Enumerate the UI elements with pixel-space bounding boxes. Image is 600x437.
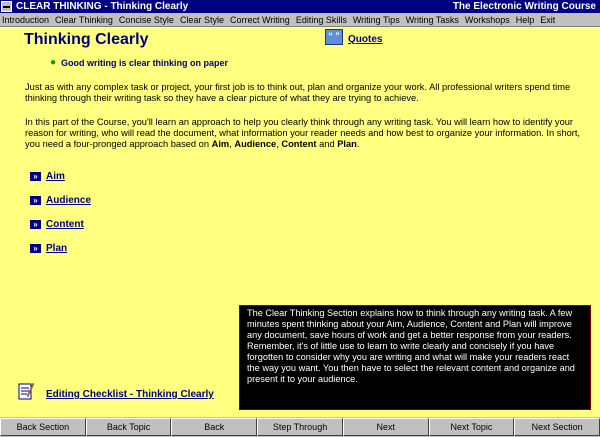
key-point-text: Good writing is clear thinking on paper (61, 57, 229, 68)
double-arrow-icon[interactable]: » (30, 244, 41, 253)
menu-editing-skills[interactable]: Editing Skills (293, 15, 350, 25)
nav-link-aim[interactable]: » Aim (30, 171, 65, 182)
back-button[interactable]: Back (171, 418, 258, 436)
checklist-icon[interactable] (18, 382, 34, 400)
window-title: CLEAR THINKING - Thinking Clearly (16, 1, 189, 12)
menu-bar: Introduction Clear Thinking Concise Styl… (0, 13, 600, 27)
app-name: The Electronic Writing Course (452, 1, 596, 12)
menu-help[interactable]: Help (513, 15, 538, 25)
content-area: Thinking Clearly “ ” Quotes ● Good writi… (0, 27, 600, 417)
nav-link-audience[interactable]: » Audience (30, 195, 91, 206)
menu-clear-style[interactable]: Clear Style (177, 15, 227, 25)
back-section-button[interactable]: Back Section (0, 418, 86, 436)
next-topic-button[interactable]: Next Topic (428, 418, 515, 436)
keyword-content: Content (281, 139, 317, 149)
menu-correct-writing[interactable]: Correct Writing (227, 15, 293, 25)
menu-writing-tips[interactable]: Writing Tips (350, 15, 403, 25)
menu-introduction[interactable]: Introduction (0, 15, 52, 25)
approach-paragraph: In this part of the Course, you'll learn… (25, 117, 581, 149)
key-point: ● Good writing is clear thinking on pape… (50, 57, 228, 68)
menu-concise-style[interactable]: Concise Style (116, 15, 177, 25)
menu-workshops[interactable]: Workshops (462, 15, 513, 25)
info-box: The Clear Thinking Section explains how … (239, 305, 591, 410)
menu-writing-tasks[interactable]: Writing Tasks (403, 15, 462, 25)
nav-link-content[interactable]: » Content (30, 219, 84, 230)
keyword-plan: Plan (337, 139, 357, 149)
bullet-icon: ● (50, 57, 57, 68)
next-button[interactable]: Next (342, 418, 429, 436)
page-title: Thinking Clearly (24, 31, 149, 48)
menu-clear-thinking[interactable]: Clear Thinking (52, 15, 116, 25)
nav-link-plan[interactable]: » Plan (30, 243, 67, 254)
double-arrow-icon[interactable]: » (30, 196, 41, 205)
quotes-link[interactable]: Quotes (348, 34, 382, 45)
keyword-audience: Audience (234, 139, 277, 149)
double-arrow-icon[interactable]: » (30, 172, 41, 181)
title-bar: CLEAR THINKING - Thinking Clearly The El… (0, 0, 600, 13)
step-through-button[interactable]: Step Through (257, 418, 343, 436)
menu-exit[interactable]: Exit (537, 15, 558, 25)
intro-paragraph: Just as with any complex task or project… (25, 82, 571, 103)
back-topic-button[interactable]: Back Topic (85, 418, 172, 436)
double-arrow-icon[interactable]: » (30, 220, 41, 229)
keyword-aim: Aim (211, 139, 230, 149)
navigation-button-bar: Back Section Back Topic Back Step Throug… (0, 417, 600, 437)
system-menu-icon[interactable] (1, 1, 12, 12)
quotes-icon[interactable]: “ ” (325, 29, 343, 45)
editing-checklist-link[interactable]: Editing Checklist - Thinking Clearly (46, 389, 214, 400)
next-section-button[interactable]: Next Section (514, 418, 600, 436)
